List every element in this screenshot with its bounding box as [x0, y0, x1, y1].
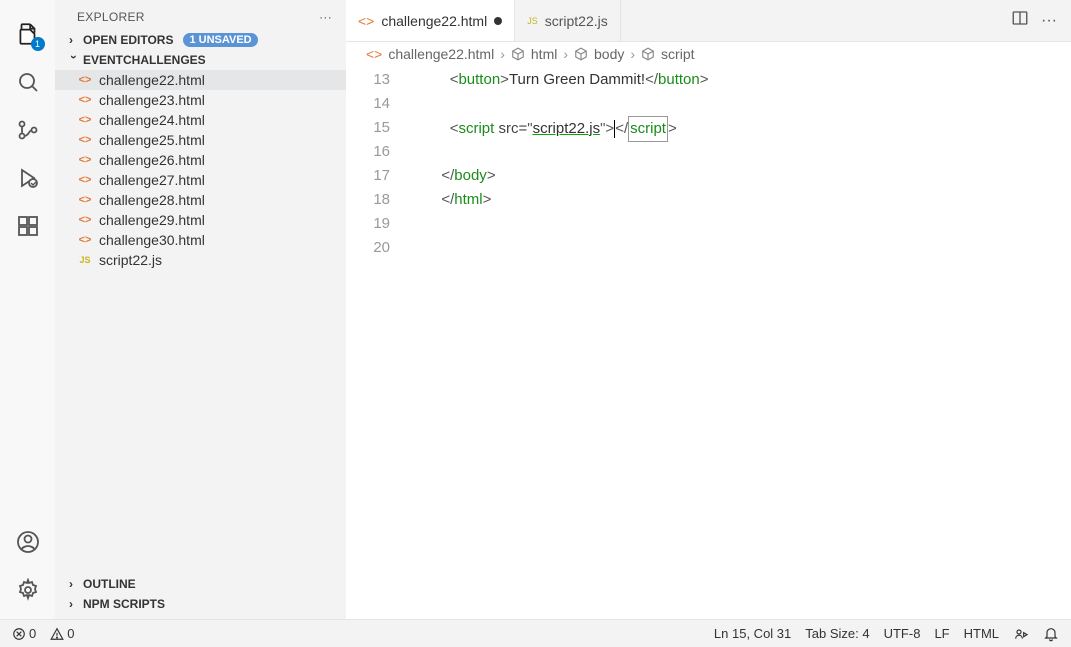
activity-bar: 1	[0, 0, 55, 619]
breadcrumb-file[interactable]: challenge22.html	[388, 46, 494, 62]
status-encoding[interactable]: UTF-8	[884, 626, 921, 641]
file-tree: <> challenge22.html <> challenge23.html <> ch…	[55, 70, 346, 574]
file-name: challenge23.html	[99, 92, 205, 108]
chevron-right-icon: ›	[69, 33, 79, 47]
js-file-icon: JS	[77, 252, 93, 268]
folder-section[interactable]: › EVENTCHALLENGES	[55, 50, 346, 70]
status-eol[interactable]: LF	[934, 626, 949, 641]
outline-label: OUTLINE	[83, 577, 136, 591]
split-editor-icon[interactable]	[1011, 9, 1029, 32]
unsaved-badge: 1 UNSAVED	[183, 33, 257, 47]
html-file-icon: <>	[77, 212, 93, 228]
symbol-icon	[511, 47, 525, 61]
npm-label: NPM SCRIPTS	[83, 597, 165, 611]
dirty-indicator-icon	[494, 17, 502, 25]
file-name: challenge22.html	[99, 72, 205, 88]
settings-gear-icon[interactable]	[13, 575, 43, 605]
sidebar: EXPLORER ··· › OPEN EDITORS 1 UNSAVED › …	[55, 0, 346, 619]
tab-label: challenge22.html	[381, 13, 487, 29]
js-file-icon: JS	[527, 16, 538, 26]
status-warnings[interactable]: 0	[50, 626, 74, 641]
open-editors-label: OPEN EDITORS	[83, 33, 173, 47]
file-item[interactable]: <> challenge28.html	[55, 190, 346, 210]
file-item[interactable]: JS script22.js	[55, 250, 346, 270]
html-file-icon: <>	[77, 112, 93, 128]
explorer-icon[interactable]: 1	[13, 19, 43, 49]
file-item[interactable]: <> challenge22.html	[55, 70, 346, 90]
bell-icon[interactable]	[1043, 626, 1059, 642]
html-file-icon: <>	[77, 92, 93, 108]
tab-bar: <> challenge22.html JS script22.js ···	[346, 0, 1071, 42]
npm-scripts-section[interactable]: › NPM SCRIPTS	[55, 594, 346, 619]
extensions-icon[interactable]	[13, 211, 43, 241]
sidebar-more-icon[interactable]: ···	[319, 10, 332, 24]
file-name: challenge24.html	[99, 112, 205, 128]
chevron-down-icon: ›	[67, 55, 81, 65]
file-name: challenge29.html	[99, 212, 205, 228]
status-errors[interactable]: 0	[12, 626, 36, 641]
feedback-icon[interactable]	[1013, 626, 1029, 642]
html-file-icon: <>	[358, 13, 374, 29]
sidebar-title: EXPLORER	[77, 10, 145, 24]
chevron-right-icon: ›	[69, 597, 79, 611]
html-file-icon: <>	[77, 232, 93, 248]
open-editors-section[interactable]: › OPEN EDITORS 1 UNSAVED	[55, 30, 346, 50]
source-control-icon[interactable]	[13, 115, 43, 145]
file-name: challenge30.html	[99, 232, 205, 248]
run-debug-icon[interactable]	[13, 163, 43, 193]
breadcrumb-0[interactable]: html	[531, 46, 557, 62]
file-item[interactable]: <> challenge30.html	[55, 230, 346, 250]
tab-label: script22.js	[545, 13, 608, 29]
file-item[interactable]: <> challenge24.html	[55, 110, 346, 130]
editor-tab[interactable]: JS script22.js	[515, 0, 621, 41]
file-name: challenge26.html	[99, 152, 205, 168]
file-item[interactable]: <> challenge25.html	[55, 130, 346, 150]
account-icon[interactable]	[13, 527, 43, 557]
outline-section[interactable]: › OUTLINE	[55, 574, 346, 594]
file-item[interactable]: <> challenge23.html	[55, 90, 346, 110]
html-file-icon: <>	[77, 192, 93, 208]
chevron-right-icon: ›	[69, 577, 79, 591]
breadcrumb-1[interactable]: body	[594, 46, 624, 62]
file-name: challenge28.html	[99, 192, 205, 208]
status-language[interactable]: HTML	[964, 626, 999, 641]
file-name: script22.js	[99, 252, 162, 268]
status-bar: 0 0 Ln 15, Col 31 Tab Size: 4 UTF-8 LF H…	[0, 619, 1071, 647]
status-position[interactable]: Ln 15, Col 31	[714, 626, 791, 641]
file-item[interactable]: <> challenge29.html	[55, 210, 346, 230]
symbol-icon	[641, 47, 655, 61]
html-file-icon: <>	[77, 152, 93, 168]
file-name: challenge27.html	[99, 172, 205, 188]
editor-region: <> challenge22.html JS script22.js ··· <> c…	[346, 0, 1071, 619]
editor-more-icon[interactable]: ···	[1041, 12, 1057, 30]
explorer-badge: 1	[31, 37, 45, 51]
html-file-icon: <>	[366, 46, 382, 62]
html-file-icon: <>	[77, 132, 93, 148]
breadcrumbs[interactable]: <> challenge22.html › html › body › scri…	[346, 42, 1071, 66]
file-item[interactable]: <> challenge27.html	[55, 170, 346, 190]
editor-tab[interactable]: <> challenge22.html	[346, 0, 515, 41]
html-file-icon: <>	[77, 172, 93, 188]
breadcrumb-2[interactable]: script	[661, 46, 694, 62]
code-editor[interactable]: 1314151617181920 <button>Turn Green Damm…	[346, 66, 1071, 260]
search-icon[interactable]	[13, 67, 43, 97]
symbol-icon	[574, 47, 588, 61]
status-tabsize[interactable]: Tab Size: 4	[805, 626, 869, 641]
file-item[interactable]: <> challenge26.html	[55, 150, 346, 170]
file-name: challenge25.html	[99, 132, 205, 148]
html-file-icon: <>	[77, 72, 93, 88]
folder-name: EVENTCHALLENGES	[83, 53, 206, 67]
